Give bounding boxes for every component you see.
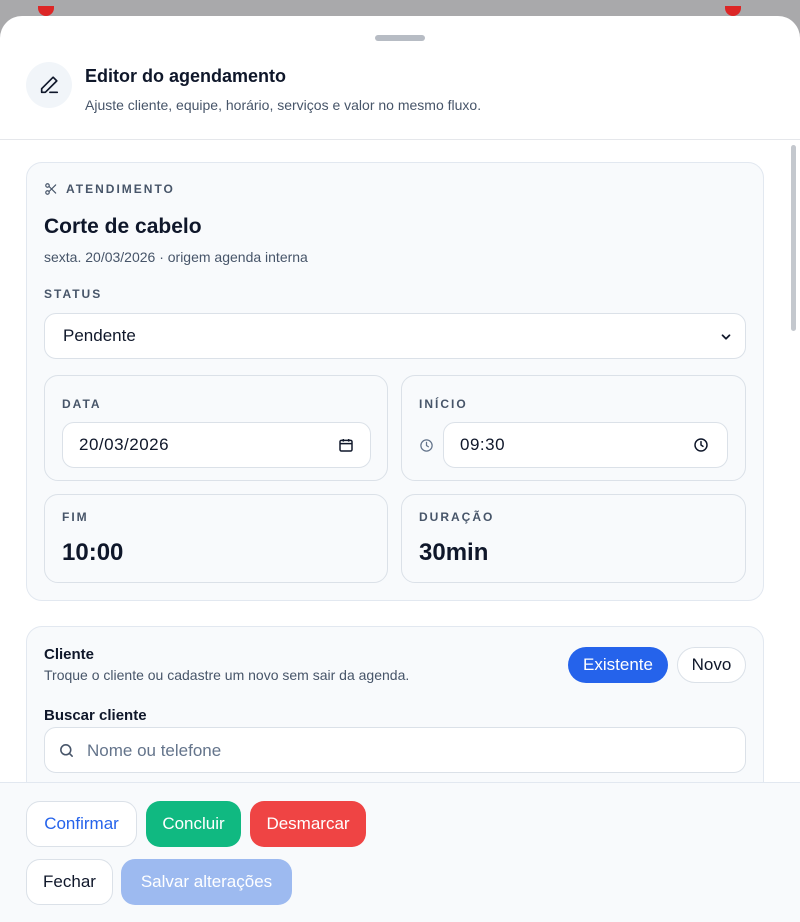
scrollbar[interactable] [791, 145, 796, 331]
new-client-toggle[interactable]: Novo [677, 647, 746, 683]
date-input[interactable]: 20/03/2026 [62, 422, 371, 468]
date-label: DATA [62, 397, 102, 411]
drag-handle[interactable] [375, 35, 425, 41]
start-time-input[interactable]: 09:30 [443, 422, 728, 468]
date-card: DATA 20/03/2026 [44, 375, 388, 481]
confirm-button[interactable]: Confirmar [26, 801, 137, 847]
duration-label: DURAÇÃO [419, 510, 495, 524]
end-time-value: 10:00 [62, 539, 124, 566]
calendar-icon[interactable] [338, 437, 354, 453]
sheet-title: Editor do agendamento [85, 66, 287, 86]
chevron-down-icon [719, 329, 733, 349]
start-label: INÍCIO [419, 397, 468, 411]
end-label: FIM [62, 510, 89, 524]
action-footer: Confirmar Concluir Desmarcar Fechar Salv… [0, 782, 800, 922]
bottom-sheet: Editor do agendamento Ajuste cliente, eq… [0, 16, 800, 922]
client-subtitle: Troque o cliente ou cadastre um novo sem… [44, 667, 410, 683]
search-icon [58, 742, 75, 759]
complete-button[interactable]: Concluir [146, 801, 241, 847]
sheet-header: Editor do agendamento Ajuste cliente, eq… [0, 46, 800, 140]
start-time-value: 09:30 [460, 435, 506, 454]
client-title: Cliente [44, 646, 95, 663]
backdrop-badge-left [38, 6, 54, 16]
start-card: INÍCIO 09:30 [401, 375, 746, 481]
clock-icon [419, 438, 434, 453]
scissors-icon [44, 182, 58, 196]
search-placeholder: Nome ou telefone [87, 741, 222, 760]
appointment-title: Corte de cabelo [44, 215, 202, 238]
clock-icon[interactable] [693, 437, 709, 453]
save-button[interactable]: Salvar alterações [121, 859, 292, 905]
appointment-subtitle: sexta. 20/03/2026 · origem agenda intern… [44, 249, 308, 265]
appointment-card: ATENDIMENTO Corte de cabelo sexta. 20/03… [26, 162, 764, 601]
client-card: Cliente Troque o cliente ou cadastre um … [26, 626, 764, 782]
status-value: Pendente [63, 326, 136, 345]
status-select[interactable]: Pendente [44, 313, 746, 359]
duration-value: 30min [419, 539, 489, 566]
duration-card: DURAÇÃO 30min [401, 494, 746, 583]
sheet-subtitle: Ajuste cliente, equipe, horário, serviço… [85, 97, 482, 113]
section-label-atendimento: ATENDIMENTO [66, 182, 175, 196]
search-client-label: Buscar cliente [44, 707, 147, 724]
close-button[interactable]: Fechar [26, 859, 113, 905]
date-value: 20/03/2026 [79, 435, 170, 454]
pencil-icon [26, 62, 72, 108]
unschedule-button[interactable]: Desmarcar [250, 801, 366, 847]
backdrop-badge-right [725, 6, 741, 16]
status-label: STATUS [44, 287, 103, 301]
existing-client-toggle[interactable]: Existente [568, 647, 668, 683]
end-card: FIM 10:00 [44, 494, 388, 583]
scroll-area[interactable]: ATENDIMENTO Corte de cabelo sexta. 20/03… [0, 141, 800, 782]
search-client-input[interactable]: Nome ou telefone [44, 727, 746, 773]
